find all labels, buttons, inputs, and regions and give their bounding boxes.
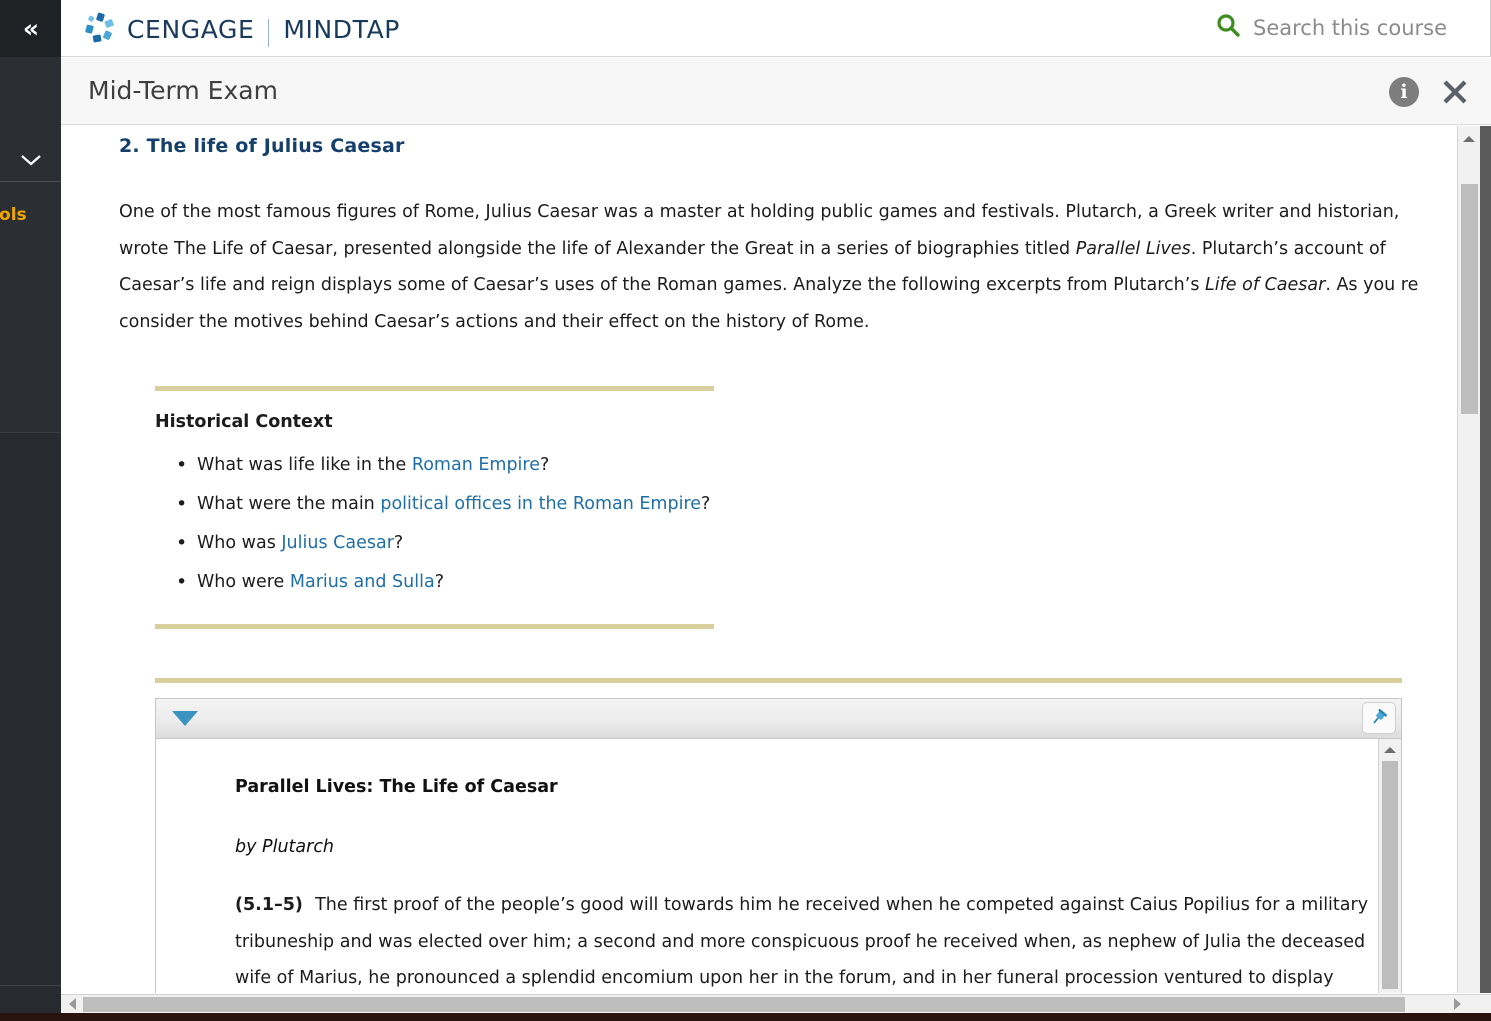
excerpt-line: wife of Marius, he pronounced a splendid…	[235, 968, 1334, 988]
sidebar-collapse-button[interactable]: «	[0, 0, 61, 57]
excerpt-line: tribuneship and was elected over him; a …	[235, 931, 1366, 952]
brand-name-cengage: CENGAGE	[127, 14, 255, 44]
excerpt-line: The first proof of the people’s good wil…	[315, 895, 1369, 915]
left-sidebar: « Tools	[0, 0, 61, 1021]
excerpt-panel-header	[156, 699, 1401, 739]
excerpt-scroll-thumb[interactable]	[1382, 761, 1398, 989]
excerpt-citation: (5.1–5)	[235, 895, 316, 915]
pushpin-icon	[1373, 708, 1388, 724]
excerpt-body: (5.1–5) The first proof of the people’s …	[235, 887, 1401, 993]
activity-content: 2. The life of Julius Caesar One of the …	[61, 126, 1457, 993]
context-bottom-rule	[155, 624, 714, 629]
list-item-text: Who were	[197, 572, 290, 592]
brand-name-mindtap: MINDTAP	[283, 14, 400, 44]
activity-title-bar: Mid-Term Exam i	[61, 58, 1491, 125]
search-icon	[1216, 13, 1241, 42]
brand-divider	[268, 19, 270, 47]
sidebar-divider-2	[0, 432, 61, 433]
brand-logo[interactable]: CENGAGE MINDTAP	[83, 10, 400, 48]
arrow-up-icon	[1384, 746, 1396, 753]
excerpt-title: Parallel Lives: The Life of Caesar	[235, 777, 558, 797]
context-link[interactable]: Marius and Sulla	[290, 572, 435, 592]
cengage-logo-icon	[83, 12, 117, 46]
list-item-text: ?	[434, 572, 444, 592]
excerpt-scrollbar[interactable]	[1378, 739, 1401, 993]
search-box[interactable]: Search this course	[1216, 13, 1447, 42]
historical-context-box: Historical Context What was life like in…	[155, 386, 714, 629]
list-item-text: ?	[393, 533, 404, 553]
content-horizontal-scrollbar[interactable]	[61, 994, 1491, 1013]
excerpt-document: Parallel Lives: The Life of Caesar by Pl…	[156, 739, 1368, 993]
window-right-edge	[1480, 126, 1491, 993]
list-item-text: ?	[701, 494, 711, 514]
excerpt-panel-body: Parallel Lives: The Life of Caesar by Pl…	[156, 739, 1401, 993]
mindtap-app: « Tools CEN	[0, 0, 1491, 1021]
historical-context-list: What was life like in the Roman Empire?W…	[155, 446, 714, 602]
chevron-down-icon	[20, 155, 41, 166]
double-chevron-left-icon: «	[22, 14, 39, 43]
close-icon	[1443, 80, 1467, 104]
sidebar-expand-chevron[interactable]	[0, 140, 61, 180]
context-link[interactable]: Julius Caesar	[281, 533, 394, 553]
sidebar-divider-3	[0, 985, 61, 986]
list-item: What were the main political offices in …	[155, 485, 714, 524]
list-item: Who was Julius Caesar?	[155, 524, 714, 563]
question-paragraph: One of the most famous figures of Rome, …	[119, 194, 1457, 340]
paragraph-line: Caesar’s life and reign displays some of…	[119, 275, 1419, 295]
list-item-text: What were the main	[197, 494, 381, 514]
content-vertical-scrollbar[interactable]	[1457, 126, 1480, 993]
arrow-left-icon	[68, 998, 76, 1010]
search-input[interactable]: Search this course	[1253, 16, 1447, 40]
context-top-rule	[155, 386, 714, 391]
triangle-down-icon[interactable]	[172, 711, 198, 726]
sidebar-item-tools[interactable]: Tools	[0, 205, 39, 225]
excerpt-author: by Plutarch	[235, 837, 335, 857]
context-link[interactable]: Roman Empire	[412, 455, 540, 475]
paragraph-line: consider the motives behind Caesar’s act…	[119, 311, 870, 332]
pin-button[interactable]	[1362, 702, 1396, 734]
content-scroll-thumb[interactable]	[1461, 184, 1478, 414]
scroll-right-button[interactable]	[1447, 995, 1467, 1013]
info-glyph: i	[1400, 81, 1408, 103]
excerpt-top-rule	[155, 678, 1402, 683]
list-item-text: ?	[540, 455, 550, 475]
excerpt-panel: Parallel Lives: The Life of Caesar by Pl…	[155, 698, 1402, 993]
close-button[interactable]	[1438, 75, 1472, 109]
question-heading: 2. The life of Julius Caesar	[119, 135, 405, 157]
app-header: CENGAGE MINDTAP Search this course	[61, 0, 1491, 57]
app-footer-strip	[0, 1013, 1491, 1021]
arrow-up-icon	[1463, 136, 1475, 142]
list-item: What was life like in the Roman Empire?	[155, 446, 714, 485]
list-item-text: What was life like in the	[197, 455, 412, 475]
context-link[interactable]: political offices in the Roman Empire	[380, 494, 701, 514]
excerpt-scroll-up-button[interactable]	[1379, 739, 1401, 760]
paragraph-line: One of the most famous figures of Rome, …	[119, 202, 1400, 222]
scroll-left-button[interactable]	[62, 995, 82, 1013]
page-title: Mid-Term Exam	[88, 76, 278, 105]
arrow-right-icon	[1453, 998, 1461, 1010]
horizontal-scroll-thumb[interactable]	[83, 997, 1405, 1012]
paragraph-line: wrote The Life of Caesar, presented alon…	[119, 238, 1386, 259]
list-item-text: Who was	[197, 533, 282, 553]
content-scroll-up-button[interactable]	[1458, 128, 1480, 150]
historical-context-title: Historical Context	[155, 412, 333, 432]
list-item: Who were Marius and Sulla?	[155, 563, 714, 602]
info-icon[interactable]: i	[1389, 77, 1419, 107]
